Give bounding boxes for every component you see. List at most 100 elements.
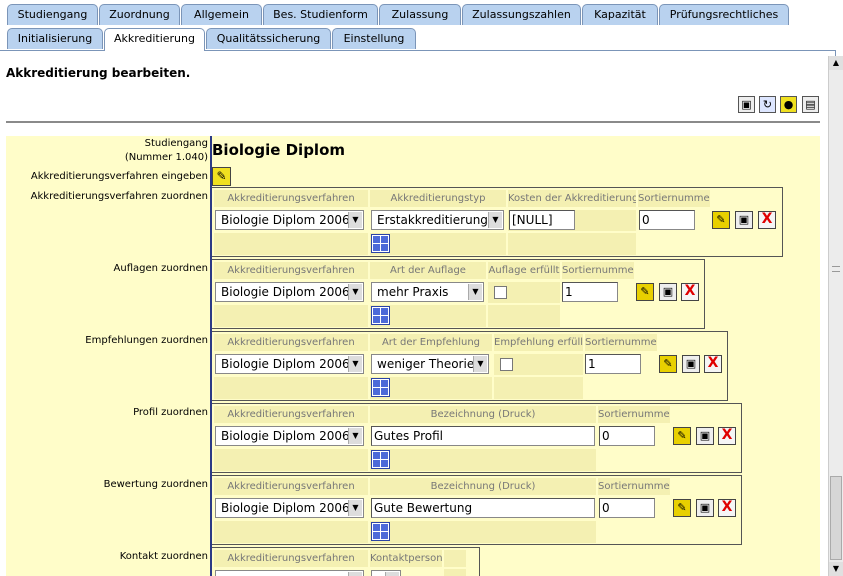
verfahren-select[interactable]: ▼	[215, 570, 364, 576]
bewertung-panel: Akkreditierungsverfahren Bezeichnung (Dr…	[212, 475, 742, 545]
header-cell: Sortiernummer	[598, 406, 670, 423]
delete-icon[interactable]: X	[704, 355, 722, 373]
edit-icon[interactable]: ✎	[673, 427, 691, 445]
tab-einstellung[interactable]: Einstellung	[332, 28, 416, 49]
tab-kapazitaet[interactable]: Kapazität	[582, 4, 658, 25]
typ-select[interactable]: Erstakkreditierung ▼	[371, 210, 504, 230]
tab-zuordnung[interactable]: Zuordnung	[99, 4, 180, 25]
tab-akkreditierung[interactable]: Akkreditierung	[104, 28, 205, 51]
empfehlung-art-select[interactable]: weniger Theorie ▼	[371, 354, 489, 374]
sort-input[interactable]: 1	[585, 354, 641, 374]
tab-pruefungsrechtliches[interactable]: Prüfungsrechtliches	[659, 4, 789, 25]
bewertung-section-label: Bewertung zuordnen	[103, 479, 208, 490]
verfahren-select[interactable]: Biologie Diplom 2006 ▼	[215, 498, 364, 518]
delete-icon[interactable]: X	[681, 283, 699, 301]
header-cell: Sortiernummer	[585, 334, 657, 351]
empfehlungen-panel: Akkreditierungsverfahren Art der Empfehl…	[212, 331, 728, 401]
verfahren-eingeben-label: Akkreditierungsverfahren eingeben	[30, 171, 208, 182]
tab-studiengang[interactable]: Studiengang	[7, 4, 98, 25]
save-icon[interactable]: ▣	[696, 427, 714, 445]
header-cell: Art der Empfehlung	[370, 334, 492, 351]
auflagen-section-label: Auflagen zuordnen	[113, 263, 208, 274]
kontaktperson-select[interactable]: ▼	[371, 570, 401, 576]
content-area: Akkreditierung bearbeiten. ▣ ↻ ● ▤ Studi…	[0, 51, 828, 576]
scroll-thumb[interactable]	[830, 476, 842, 560]
add-icon[interactable]	[371, 522, 390, 541]
tab-initialisierung[interactable]: Initialisierung	[7, 28, 103, 49]
scroll-down-icon[interactable]: ▼	[829, 562, 843, 576]
add-icon[interactable]	[371, 234, 390, 253]
sort-input[interactable]: 0	[599, 426, 655, 446]
page-title: Akkreditierung bearbeiten.	[6, 66, 191, 80]
edit-icon[interactable]: ✎	[673, 499, 691, 517]
header-cell: Empfehlung erfüllt	[494, 334, 583, 351]
tab-zulassungszahlen[interactable]: Zulassungszahlen	[462, 4, 581, 25]
pencil-icon[interactable]: ✎	[212, 167, 231, 186]
header-cell: Sortiernummer	[598, 478, 670, 495]
tab-qualitaetssicherung[interactable]: Qualitätssicherung	[206, 28, 331, 49]
empfehlungen-section-label: Empfehlungen zuordnen	[85, 335, 208, 346]
kontakt-panel: Akkreditierungsverfahren Kontaktperson ▼…	[212, 547, 480, 576]
sort-input[interactable]: 0	[599, 498, 655, 518]
save-icon[interactable]: ▣	[738, 96, 755, 113]
header-cell: Akkreditierungsverfahren	[214, 406, 368, 423]
print-icon[interactable]: ▤	[802, 96, 819, 113]
profil-panel: Akkreditierungsverfahren Bezeichnung (Dr…	[212, 403, 742, 473]
verfahren-select[interactable]: Biologie Diplom 2006 ▼	[215, 210, 364, 230]
header-cell: Sortiernummer	[638, 190, 710, 207]
save-icon[interactable]: ▣	[735, 211, 753, 229]
edit-icon[interactable]: ✎	[712, 211, 730, 229]
refresh-icon[interactable]: ↻	[759, 96, 776, 113]
header-cell: Bezeichnung (Druck)	[370, 406, 596, 423]
new-icon[interactable]: ●	[780, 96, 797, 113]
header-cell: Akkreditierungstyp	[370, 190, 506, 207]
delete-icon[interactable]: X	[718, 499, 736, 517]
edit-icon[interactable]: ✎	[659, 355, 677, 373]
empfehlung-erfuellt-checkbox[interactable]	[500, 358, 513, 371]
verfahren-select[interactable]: Biologie Diplom 2006 ▼	[215, 282, 364, 302]
header-cell: Akkreditierungsverfahren	[214, 478, 368, 495]
kontakt-section-label: Kontakt zuordnen	[119, 551, 208, 562]
header-cell: Bezeichnung (Druck)	[370, 478, 596, 495]
kosten-input[interactable]: [NULL]	[509, 210, 575, 230]
header-cell: Kosten der Akkreditierung	[508, 190, 636, 207]
header-cell: Art der Auflage	[370, 262, 486, 279]
header-cell: Akkreditierungsverfahren	[214, 334, 368, 351]
scroll-grip	[832, 266, 840, 272]
tab-zulassung[interactable]: Zulassung	[379, 4, 461, 25]
auflage-erfuellt-checkbox[interactable]	[494, 286, 507, 299]
studiengang-label: Studiengang	[144, 138, 208, 149]
profil-section-label: Profil zuordnen	[133, 407, 208, 418]
verfahren-section-label: Akkreditierungsverfahren zuordnen	[30, 191, 208, 202]
save-icon[interactable]: ▣	[682, 355, 700, 373]
tab-bes-studienform[interactable]: Bes. Studienform	[263, 4, 378, 25]
studiengang-number: (Nummer 1.040)	[124, 152, 208, 163]
delete-icon[interactable]: X	[718, 427, 736, 445]
header-cell: Akkreditierungsverfahren	[214, 550, 368, 567]
header-cell: Auflage erfüllt	[488, 262, 560, 279]
verfahren-panel: Akkreditierungsverfahren Akkreditierungs…	[212, 187, 783, 257]
studiengang-name: Biologie Diplom	[212, 141, 346, 159]
sort-input[interactable]: 0	[639, 210, 695, 230]
header-cell: Akkreditierungsverfahren	[214, 262, 368, 279]
scroll-up-icon[interactable]: ▲	[829, 56, 843, 70]
header-cell: Sortiernummer	[562, 262, 634, 279]
add-icon[interactable]	[371, 306, 390, 325]
add-icon[interactable]	[371, 450, 390, 469]
auflagen-panel: Akkreditierungsverfahren Art der Auflage…	[212, 259, 705, 329]
verfahren-select[interactable]: Biologie Diplom 2006 ▼	[215, 354, 364, 374]
bezeichnung-input[interactable]: Gute Bewertung	[371, 498, 595, 518]
auflage-art-select[interactable]: mehr Praxis ▼	[371, 282, 484, 302]
bezeichnung-input[interactable]: Gutes Profil	[371, 426, 595, 446]
tab-allgemein[interactable]: Allgemein	[181, 4, 262, 25]
vertical-scrollbar[interactable]: ▲ ▼	[828, 56, 843, 576]
verfahren-select[interactable]: Biologie Diplom 2006 ▼	[215, 426, 364, 446]
edit-icon[interactable]: ✎	[636, 283, 654, 301]
save-icon[interactable]: ▣	[696, 499, 714, 517]
sort-input[interactable]: 1	[562, 282, 618, 302]
separator	[6, 121, 820, 123]
save-icon[interactable]: ▣	[659, 283, 677, 301]
add-icon[interactable]	[371, 378, 390, 397]
delete-icon[interactable]: X	[758, 211, 776, 229]
header-cell: Kontaktperson	[370, 550, 442, 567]
